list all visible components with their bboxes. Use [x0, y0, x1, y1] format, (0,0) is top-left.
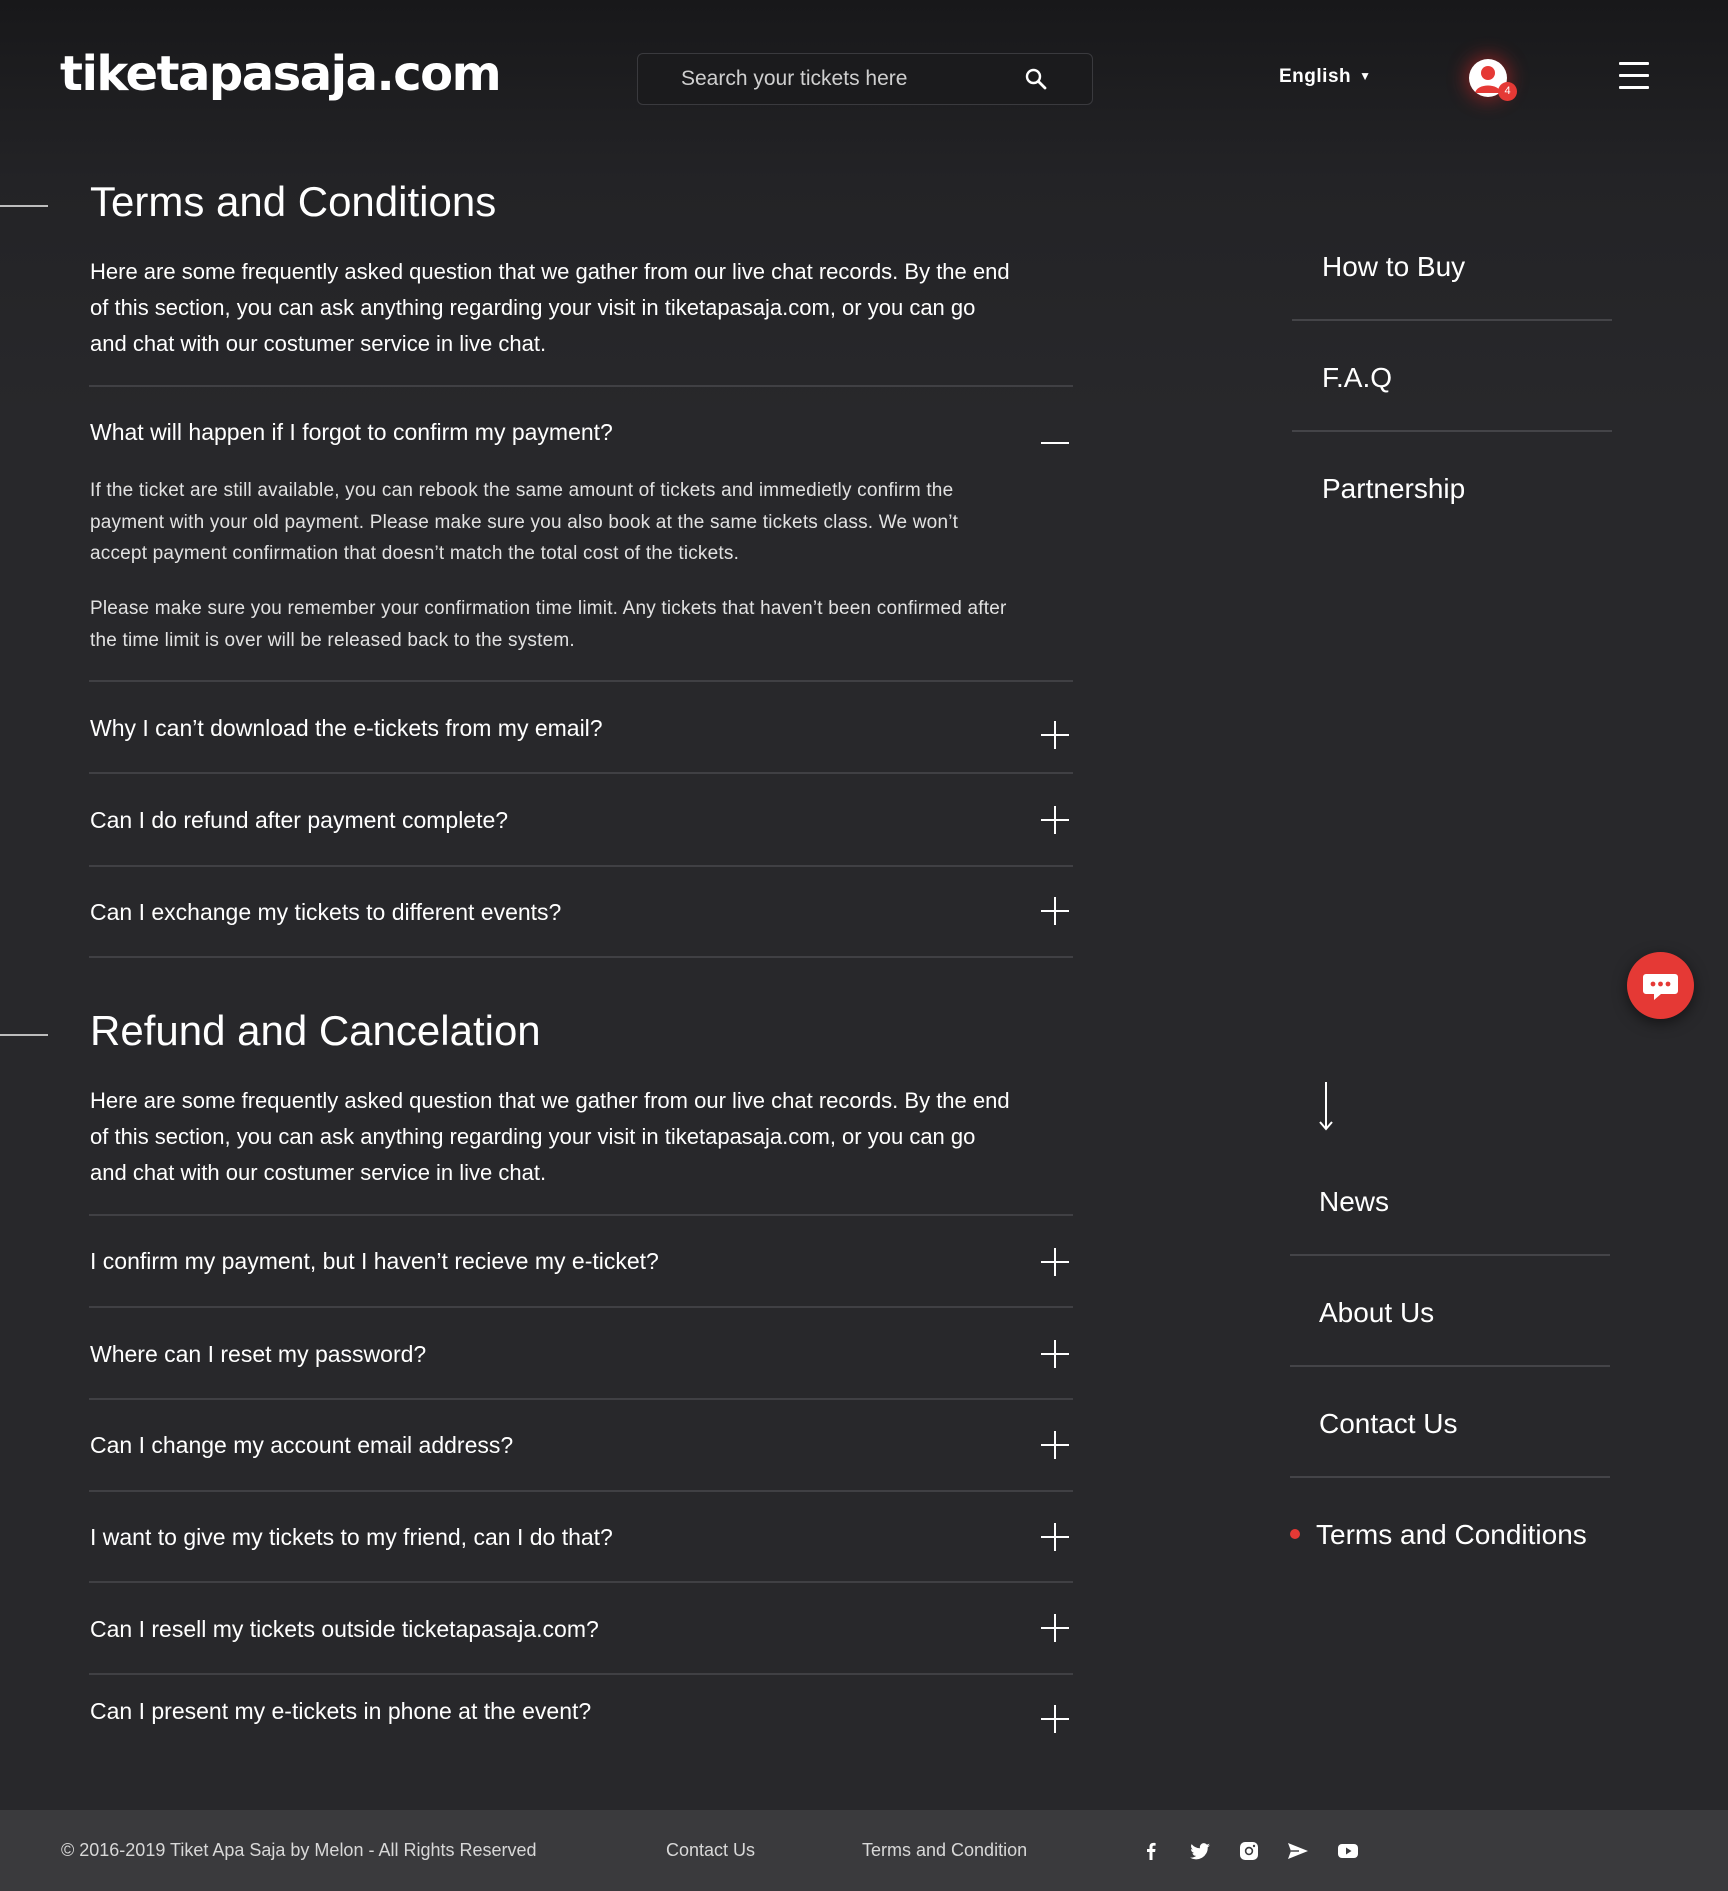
- expand-icon[interactable]: [1041, 1431, 1069, 1459]
- faq-question[interactable]: Where can I reset my password?: [90, 1341, 426, 1368]
- divider: [89, 865, 1073, 867]
- faq-answer: Please make sure you remember your confi…: [90, 598, 1007, 651]
- refund-title: Refund and Cancelation: [90, 1007, 541, 1054]
- youtube-icon[interactable]: [1335, 1838, 1361, 1864]
- collapse-icon[interactable]: [1041, 429, 1069, 457]
- divider: [1292, 430, 1612, 432]
- faq-question[interactable]: Can I resell my tickets outside ticketap…: [90, 1616, 599, 1643]
- divider: [89, 1306, 1073, 1308]
- expand-icon[interactable]: [1041, 897, 1069, 925]
- site-header: tiketapasaja.com English ▼ 4: [0, 0, 1728, 160]
- expand-icon[interactable]: [1041, 1705, 1069, 1733]
- sidebar-item-about-us[interactable]: About Us: [1319, 1297, 1434, 1329]
- terms-intro: Here are some frequently asked question …: [90, 259, 1010, 356]
- divider: [89, 956, 1073, 958]
- sidebar-item-news[interactable]: News: [1319, 1186, 1389, 1218]
- faq-question[interactable]: I confirm my payment, but I haven’t reci…: [90, 1248, 659, 1275]
- faq-question[interactable]: I want to give my tickets to my friend, …: [90, 1524, 613, 1551]
- divider: [1292, 319, 1612, 321]
- divider: [89, 1490, 1073, 1492]
- sidebar-item-faq[interactable]: F.A.Q: [1322, 362, 1392, 394]
- caret-down-icon: ▼: [1359, 69, 1372, 83]
- divider: [89, 772, 1073, 774]
- section-marker: [0, 1034, 48, 1036]
- language-label: English: [1279, 66, 1352, 87]
- twitter-icon[interactable]: [1187, 1838, 1213, 1864]
- notification-badge: 4: [1498, 82, 1517, 101]
- divider: [89, 1398, 1073, 1400]
- refund-intro: Here are some frequently asked question …: [90, 1088, 1010, 1185]
- search-bar: [637, 53, 1093, 105]
- facebook-icon[interactable]: [1138, 1838, 1164, 1864]
- expand-icon[interactable]: [1041, 1614, 1069, 1642]
- expand-icon[interactable]: [1041, 806, 1069, 834]
- footer-link-terms[interactable]: Terms and Condition: [862, 1840, 1027, 1861]
- sidebar-item-contact-us[interactable]: Contact Us: [1319, 1408, 1458, 1440]
- faq-question[interactable]: Can I do refund after payment complete?: [90, 807, 508, 834]
- search-icon[interactable]: [1024, 67, 1048, 91]
- divider: [1290, 1365, 1610, 1367]
- search-input[interactable]: [638, 54, 1018, 104]
- footer-link-contact[interactable]: Contact Us: [666, 1840, 755, 1861]
- faq-question[interactable]: Can I present my e-tickets in phone at t…: [90, 1698, 591, 1725]
- divider: [89, 1673, 1073, 1675]
- sidebar-item-partnership[interactable]: Partnership: [1322, 473, 1465, 505]
- faq-question[interactable]: What will happen if I forgot to confirm …: [90, 419, 613, 446]
- expand-icon[interactable]: [1041, 1248, 1069, 1276]
- expand-icon[interactable]: [1041, 1340, 1069, 1368]
- hamburger-menu-icon[interactable]: [1619, 62, 1649, 90]
- language-selector[interactable]: English ▼: [1279, 66, 1372, 88]
- chat-bubble-icon: [1643, 974, 1678, 1000]
- faq-question[interactable]: Why I can’t download the e-tickets from …: [90, 715, 603, 742]
- faq-answer: If the ticket are still available, you c…: [90, 480, 959, 564]
- divider: [89, 680, 1073, 682]
- expand-icon[interactable]: [1041, 721, 1069, 749]
- terms-title: Terms and Conditions: [90, 178, 497, 225]
- site-footer: © 2016-2019 Tiket Apa Saja by Melon - Al…: [0, 1810, 1728, 1891]
- divider: [89, 385, 1073, 387]
- divider: [89, 1214, 1073, 1216]
- section-marker: [0, 205, 48, 207]
- sidebar-item-terms[interactable]: Terms and Conditions: [1316, 1519, 1587, 1551]
- divider: [1290, 1254, 1610, 1256]
- faq-question[interactable]: Can I exchange my tickets to different e…: [90, 899, 561, 926]
- sidebar-item-how-to-buy[interactable]: How to Buy: [1322, 251, 1465, 283]
- active-indicator-dot: [1290, 1529, 1300, 1539]
- divider: [1290, 1476, 1610, 1478]
- copyright-text: © 2016-2019 Tiket Apa Saja by Melon - Al…: [61, 1840, 537, 1860]
- instagram-icon[interactable]: [1236, 1838, 1262, 1864]
- telegram-icon[interactable]: [1285, 1838, 1311, 1864]
- arrow-down-icon: [1319, 1082, 1333, 1131]
- expand-icon[interactable]: [1041, 1523, 1069, 1551]
- site-logo[interactable]: tiketapasaja.com: [60, 46, 502, 102]
- live-chat-button[interactable]: [1627, 952, 1694, 1019]
- faq-question[interactable]: Can I change my account email address?: [90, 1432, 513, 1459]
- divider: [89, 1581, 1073, 1583]
